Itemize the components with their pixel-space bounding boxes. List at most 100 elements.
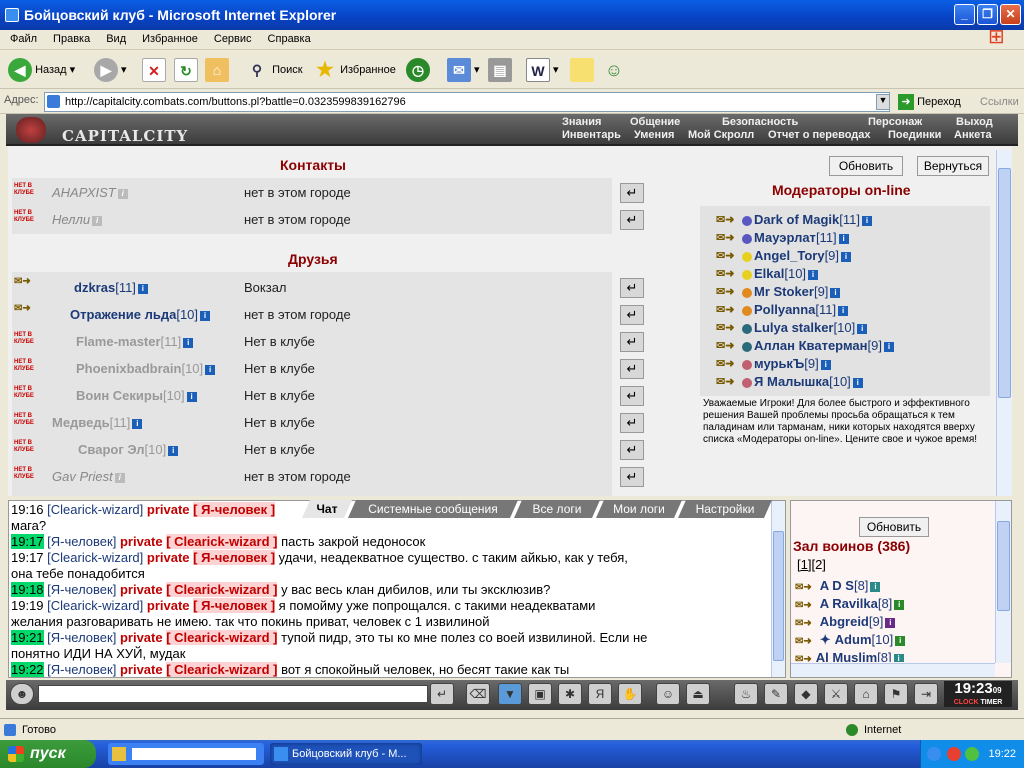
scroll-icon[interactable]: ✎ (764, 683, 788, 705)
back-button[interactable]: ◀ Назад ▾ (8, 55, 75, 85)
translit-icon[interactable]: Я (588, 683, 612, 705)
nav-character[interactable]: Персонаж (868, 116, 922, 128)
player-row[interactable]: ✉➜ A D S[8] i (795, 578, 881, 593)
page-link[interactable]: [2] (811, 557, 825, 572)
moderator-row[interactable]: ✉➜ Мауэрлат[11] i (716, 230, 849, 245)
info-icon[interactable]: i (186, 391, 197, 402)
reply-button[interactable]: ↵ (620, 467, 644, 487)
info-icon[interactable]: i (200, 310, 211, 321)
tab-all-logs[interactable]: Все логи (514, 500, 600, 518)
tab-settings[interactable]: Настройки (678, 500, 772, 518)
reply-button[interactable]: ↵ (620, 183, 644, 203)
reply-button[interactable]: ↵ (620, 332, 644, 352)
contact-nick[interactable]: АНАРХIST i (52, 185, 128, 200)
nav-knowledge[interactable]: Знания (562, 116, 601, 128)
menu-tools[interactable]: Сервис (206, 30, 260, 48)
friend-nick[interactable]: Отражение льда[10] i (70, 307, 211, 322)
reply-button[interactable]: ↵ (620, 413, 644, 433)
info-icon[interactable]: i (893, 653, 904, 662)
flag-icon[interactable]: ⚑ (884, 683, 908, 705)
minimize-button[interactable]: _ (954, 4, 975, 25)
moderator-row[interactable]: ✉➜ Angel_Tory[9] i (716, 248, 852, 263)
friend-nick[interactable]: Воин Секиры[10] i (76, 388, 197, 403)
friend-nick[interactable]: dzkras[11] i (74, 280, 148, 295)
info-icon[interactable]: i (114, 472, 125, 483)
info-icon[interactable]: i (841, 251, 852, 262)
moderator-row[interactable]: ✉➜ Я Малышка[10] i (716, 374, 863, 389)
player-row[interactable]: ✉➜ Al Muslim[8] i (795, 650, 904, 662)
chat-scrollbar[interactable] (771, 501, 785, 677)
save-icon[interactable]: ▣ (528, 683, 552, 705)
player-row[interactable]: ✉➜ A Ravilka[8] i (795, 596, 905, 611)
bottle-icon[interactable]: ♨ (734, 683, 758, 705)
menu-edit[interactable]: Правка (45, 30, 98, 48)
menu-view[interactable]: Вид (98, 30, 134, 48)
info-icon[interactable]: i (894, 599, 905, 610)
start-button[interactable]: пуск (0, 740, 96, 768)
player-row[interactable]: ✉➜ Abgreid[9] i (795, 614, 896, 629)
nav-communication[interactable]: Общение (630, 116, 680, 128)
moderator-row[interactable]: ✉➜ Lulya stalker[10] i (716, 320, 868, 335)
reply-button[interactable]: ↵ (620, 386, 644, 406)
info-icon[interactable]: i (838, 233, 849, 244)
forward-button[interactable]: ▶ ▾ (94, 55, 127, 85)
nav-transfers[interactable]: Отчет о переводах (768, 129, 871, 141)
hall-scrollbar[interactable] (995, 501, 1011, 663)
tray-arrow-icon[interactable] (927, 747, 941, 761)
filter-icon[interactable]: ▼ (498, 683, 522, 705)
moderator-row[interactable]: ✉➜ Аллан Кватерман[9] i (716, 338, 894, 353)
home-button[interactable]: ⌂ (205, 55, 229, 85)
return-button[interactable]: Вернуться (917, 156, 989, 176)
reply-button[interactable]: ↵ (620, 440, 644, 460)
print-button[interactable]: ▤ (488, 55, 512, 85)
moderator-row[interactable]: ✉➜ мурькЪ[9] i (716, 356, 831, 371)
info-icon[interactable]: i (895, 635, 906, 646)
info-icon[interactable]: i (820, 359, 831, 370)
go-button[interactable]: ➜ Переход (898, 93, 961, 111)
info-icon[interactable]: i (838, 305, 849, 316)
menu-favorites[interactable]: Избранное (134, 30, 206, 48)
battle-icon[interactable]: ⚔ (824, 683, 848, 705)
tray-flower-icon[interactable] (965, 747, 979, 761)
edit-button[interactable]: W ▾ (526, 55, 559, 85)
info-icon[interactable]: i (137, 283, 148, 294)
smile-face-icon[interactable]: ☻ (10, 683, 34, 705)
moderator-row[interactable]: ✉➜ Elkal[10] i (716, 266, 819, 281)
info-icon[interactable]: i (117, 188, 128, 199)
player-row[interactable]: ✉➜ ✦ Adum[10] i (795, 632, 906, 648)
history-button[interactable]: ◷ (406, 55, 430, 85)
friend-nick[interactable]: Phoenixbadbrain[10] i (76, 361, 216, 376)
inventory-icon[interactable]: ◆ (794, 683, 818, 705)
stop-button[interactable]: ✕ (142, 55, 166, 85)
chat-input[interactable] (38, 685, 428, 703)
reply-button[interactable]: ↵ (620, 305, 644, 325)
taskbar-item-hidden[interactable] (108, 743, 264, 765)
mail-button[interactable]: ✉ ▾ (447, 55, 480, 85)
address-input[interactable]: http://capitalcity.combats.com/buttons.p… (44, 92, 890, 112)
info-icon[interactable]: i (183, 337, 194, 348)
scroll-thumb[interactable] (997, 521, 1010, 611)
info-icon[interactable]: i (861, 215, 872, 226)
info-icon[interactable]: i (857, 323, 868, 334)
nav-profile[interactable]: Анкета (954, 129, 992, 141)
messenger-button[interactable]: ☺ (602, 55, 626, 85)
reply-button[interactable]: ↵ (620, 359, 644, 379)
address-dropdown-icon[interactable]: ▼ (876, 94, 890, 110)
refresh-button[interactable]: ↻ (174, 55, 198, 85)
info-icon[interactable]: i (205, 364, 216, 375)
smiley-icon[interactable]: ☺ (656, 683, 680, 705)
tab-system-messages[interactable]: Системные сообщения (348, 500, 518, 518)
refresh-contacts-button[interactable]: Обновить (829, 156, 903, 176)
info-icon[interactable]: i (870, 581, 881, 592)
hall-hscrollbar[interactable] (791, 663, 995, 677)
info-icon[interactable]: i (883, 341, 894, 352)
hand-icon[interactable]: ✋ (618, 683, 642, 705)
tray-shield-icon[interactable] (947, 747, 961, 761)
friend-nick[interactable]: Сварог Эл[10] i (78, 442, 179, 457)
house-icon[interactable]: ⌂ (854, 683, 878, 705)
info-icon[interactable]: i (808, 269, 819, 280)
main-scrollbar[interactable] (996, 150, 1012, 496)
info-icon[interactable]: i (92, 215, 103, 226)
quit-icon[interactable]: ⏏ (686, 683, 710, 705)
maximize-button[interactable]: ❐ (977, 4, 998, 25)
